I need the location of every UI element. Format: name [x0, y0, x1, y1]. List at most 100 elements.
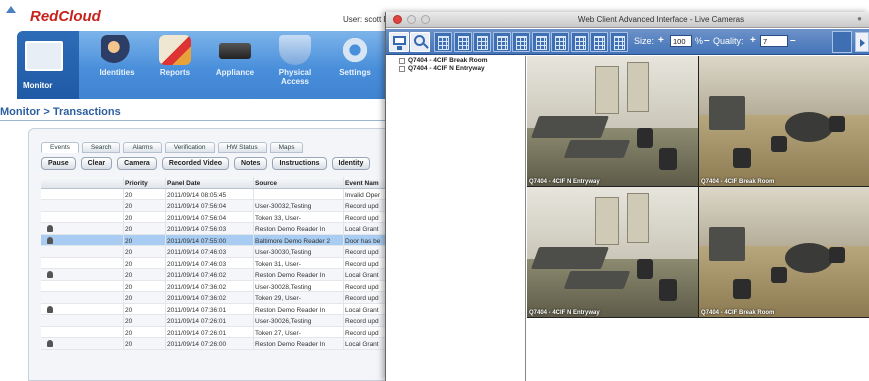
grid-layout-icon[interactable]	[492, 32, 511, 52]
table-cell-date: 2011/09/14 07:36:02	[167, 295, 227, 302]
monitor-view-icon[interactable]	[389, 32, 409, 52]
recorded-video-button[interactable]: Recorded Video	[161, 157, 229, 170]
close-icon[interactable]	[393, 15, 402, 24]
grid-layout-icon[interactable]	[609, 32, 628, 52]
row-icon-cell	[47, 317, 57, 326]
camera-tree-item[interactable]: Q7404 - 4CIF N Entryway	[386, 65, 525, 73]
camera-feed[interactable]: Q7404 - 4CIF N Entryway	[527, 187, 698, 317]
window-titlebar[interactable]: Web Client Advanced Interface - Live Cam…	[386, 12, 869, 28]
grid-layout-icon[interactable]	[512, 32, 530, 52]
table-cell-source: User-30028,Testing	[255, 283, 312, 291]
table-cell-source: Reston Demo Reader In	[255, 306, 326, 314]
checkbox-icon[interactable]	[399, 58, 405, 64]
table-row[interactable]: 20 2011/09/14 07:36:02 User-30028,Testing R…	[41, 280, 399, 292]
nav-label: Monitor	[23, 81, 53, 90]
table-row[interactable]: 20 2011/09/14 07:36:02 Token 29, User- Reco…	[41, 292, 399, 304]
grid-layout-icon[interactable]	[551, 32, 569, 52]
grid-layout-icon[interactable]	[570, 32, 589, 52]
table-cell-date: 2011/09/14 07:26:01	[167, 318, 227, 325]
full-grid-icon[interactable]	[832, 31, 852, 53]
size-decrease-button[interactable]: –	[704, 35, 710, 46]
tab-strip: Events Search Alarms Verification HW Status M…	[41, 142, 306, 156]
back-arrow-icon[interactable]	[6, 6, 16, 13]
camera-feed[interactable]: Q7404 - 4CIF N Entryway	[527, 56, 698, 186]
table-cell-source: User-30030,Testing	[255, 249, 312, 256]
nav-physical-access[interactable]: Physical Access	[265, 35, 325, 97]
table-cell-priority: 20	[125, 283, 133, 291]
camera-icon[interactable]	[47, 236, 53, 244]
quality-input[interactable]: 7	[760, 35, 788, 47]
identity-button[interactable]: Identity	[331, 157, 371, 170]
grid-layout-icon[interactable]	[590, 32, 608, 52]
table-row[interactable]: 20 2011/09/14 07:46:03 Token 31, User- Reco…	[41, 257, 399, 269]
play-arrow-icon[interactable]	[855, 32, 869, 52]
size-increase-button[interactable]: +	[658, 35, 664, 46]
grid-layout-icon[interactable]	[531, 32, 550, 52]
column-header[interactable]: Priority	[125, 179, 165, 188]
tab-maps[interactable]: Maps	[269, 142, 304, 153]
grid-layout-icon[interactable]	[473, 32, 491, 52]
nav-identities[interactable]: Identities	[87, 35, 147, 97]
table-row[interactable]: 20 2011/09/14 07:46:02 Reston Demo Reader …	[41, 269, 399, 281]
column-header[interactable]: Source	[255, 179, 343, 188]
column-header[interactable]: Panel Date	[167, 179, 253, 188]
camera-tree-item[interactable]: Q7404 - 4CIF Break Room	[386, 57, 525, 65]
pause-button[interactable]: Pause	[41, 157, 76, 170]
table-cell-priority: 20	[125, 237, 133, 245]
camera-icon[interactable]	[47, 225, 53, 232]
window-title: Web Client Advanced Interface - Live Cam…	[577, 15, 745, 24]
tab-alarms[interactable]: Alarms	[123, 142, 162, 153]
minimize-icon[interactable]	[407, 15, 416, 24]
grid-layout-icon[interactable]	[453, 32, 472, 52]
table-cell-source: Reston Demo Reader In	[255, 272, 326, 279]
table-row[interactable]: 20 2011/09/14 07:56:04 User-30032,Testing R…	[41, 200, 399, 212]
table-cell-date: 2011/09/14 07:36:01	[167, 306, 227, 314]
camera-button[interactable]: Camera	[117, 157, 157, 170]
quality-decrease-button[interactable]: –	[790, 35, 796, 46]
camera-caption: Q7404 - 4CIF N Entryway	[529, 310, 600, 316]
table-row[interactable]: 20 2011/09/14 07:26:01 Token 27, User- Reco…	[41, 326, 399, 338]
instructions-button[interactable]: Instructions	[272, 157, 327, 170]
tab-search[interactable]: Search	[81, 142, 121, 153]
camera-caption: Q7404 - 4CIF N Entryway	[529, 179, 600, 185]
resize-icon[interactable]: ●	[857, 14, 862, 23]
tab-events[interactable]: Events	[41, 142, 79, 153]
nav-settings[interactable]: Settings	[325, 35, 385, 97]
table-cell-priority: 20	[125, 318, 133, 325]
table-row[interactable]: 20 2011/09/14 07:56:04 Token 33, User- Reco…	[41, 211, 399, 223]
nav-monitor[interactable]: Monitor	[17, 31, 79, 99]
search-icon[interactable]	[410, 32, 430, 52]
table-row[interactable]: 20 2011/09/14 07:26:00 Reston Demo Reader …	[41, 338, 399, 350]
camera-feed[interactable]: Q7404 - 4CIF Break Room	[699, 56, 869, 186]
tab-hw-status[interactable]: HW Status	[217, 142, 267, 153]
nav-appliance[interactable]: Appliance	[205, 35, 265, 97]
camera-icon[interactable]	[47, 305, 53, 313]
table-cell-date: 2011/09/14 07:26:01	[167, 329, 227, 337]
nav-reports[interactable]: Reports	[145, 35, 205, 97]
table-cell-priority: 20	[125, 226, 133, 233]
table-cell-priority: 20	[125, 341, 133, 348]
table-cell-priority: 20	[125, 214, 133, 222]
table-row[interactable]: 20 2011/09/14 07:46:03 User-30030,Testing R…	[41, 246, 399, 258]
column-header[interactable]	[47, 179, 57, 188]
tab-verification[interactable]: Verification	[164, 142, 215, 153]
quality-increase-button[interactable]: +	[750, 35, 756, 46]
grid-layout-icon[interactable]	[434, 32, 452, 52]
table-cell-date: 2011/09/14 07:36:02	[167, 283, 227, 291]
table-row[interactable]: 20 2011/09/14 07:55:00 Baltimore Demo Read…	[41, 234, 399, 246]
size-input[interactable]: 100	[670, 35, 692, 47]
clear-button[interactable]: Clear	[80, 157, 113, 170]
table-cell-source: Token 33, User-	[255, 214, 301, 222]
table-row[interactable]: 20 2011/09/14 07:26:01 User-30026,Testing R…	[41, 315, 399, 327]
notes-button[interactable]: Notes	[234, 157, 268, 170]
camera-icon[interactable]	[47, 271, 53, 278]
checkbox-icon[interactable]	[399, 66, 405, 72]
maximize-icon[interactable]	[421, 15, 430, 24]
table-row[interactable]: 20 2011/09/14 08:05:45 Invalid Oper	[41, 188, 399, 200]
table-row[interactable]: 20 2011/09/14 07:56:03 Reston Demo Reader …	[41, 223, 399, 235]
camera-icon[interactable]	[47, 340, 53, 347]
camera-tree: Q7404 - 4CIF Break Room Q7404 - 4CIF N E…	[386, 56, 526, 381]
row-icon-cell	[47, 305, 57, 315]
table-row[interactable]: 20 2011/09/14 07:36:01 Reston Demo Reader …	[41, 303, 399, 315]
camera-feed[interactable]: Q7404 - 4CIF Break Room	[699, 187, 869, 317]
